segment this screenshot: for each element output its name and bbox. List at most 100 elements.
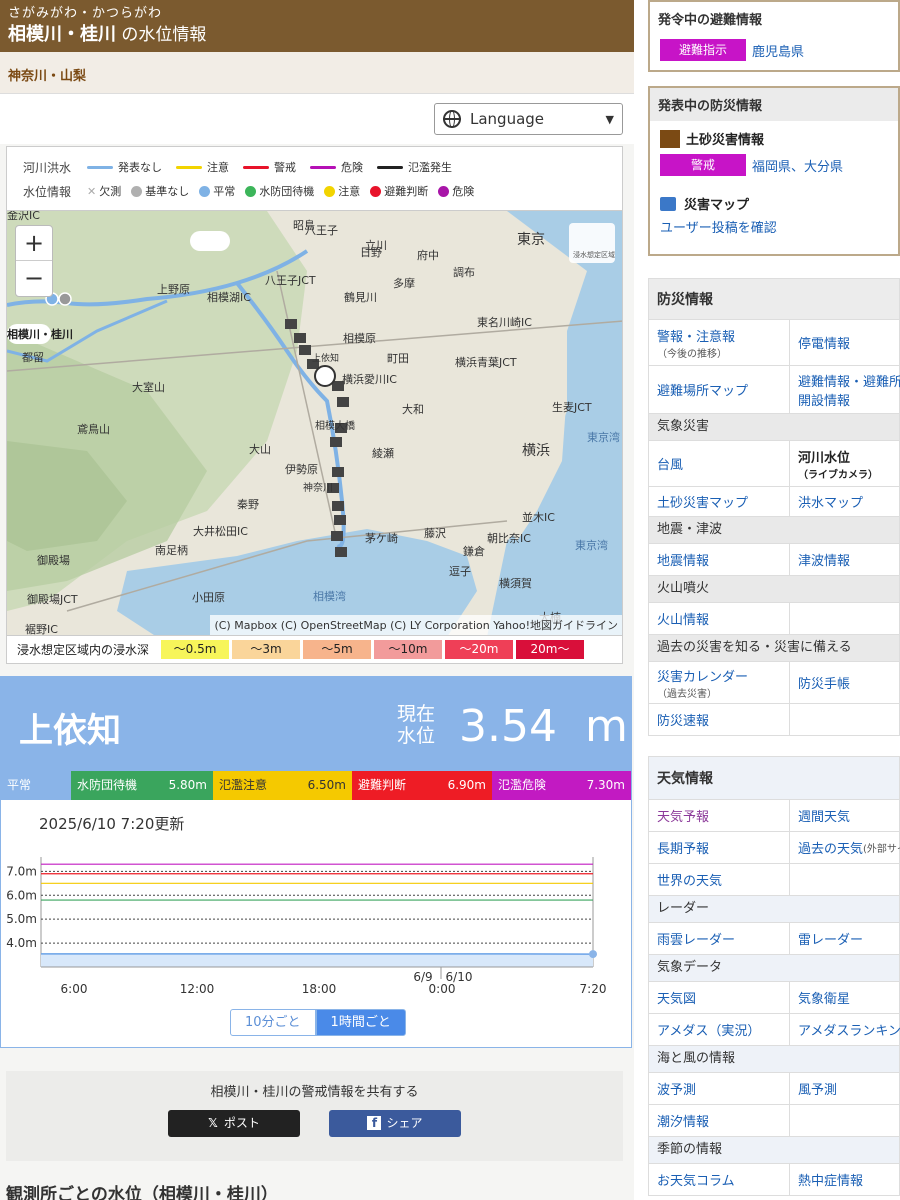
user-posts-link[interactable]: ユーザー投稿を確認 [650, 213, 898, 240]
weather-grid-4: 波予測 風予測 潮汐情報 [649, 1072, 900, 1136]
calendar-link[interactable]: 災害カレンダー （過去災害） [649, 661, 790, 703]
map-label: 日野 [360, 246, 382, 259]
page-title: 相模川・桂川 の水位情報 [8, 22, 626, 48]
map-label: 八王子 [305, 224, 338, 237]
threshold-standby: 水防団待機 5.80m [71, 771, 213, 800]
map-attribution[interactable]: (C) Mapbox (C) OpenStreetMap (C) LY Corp… [210, 615, 622, 635]
quake-link[interactable]: 地震情報 [649, 543, 790, 575]
legend-item: 基準なし [131, 183, 189, 199]
blackout-link[interactable]: 停電情報 [790, 319, 900, 365]
map-label: 御殿場JCT [27, 592, 78, 606]
sediment-map-link[interactable]: 土砂災害マップ [649, 486, 790, 516]
news-link[interactable]: 防災速報 [649, 703, 790, 735]
threshold-normal: 平常 [1, 771, 71, 800]
map-label: 東京湾 [587, 430, 620, 444]
tide-link[interactable]: 潮汐情報 [649, 1104, 790, 1136]
landslide-icon [660, 129, 680, 148]
bousai-grid-4: 火山情報 [649, 602, 900, 634]
past-weather-link[interactable]: 過去の天気(外部サイ [790, 831, 900, 863]
landslide-tag[interactable]: 警戒 [660, 154, 746, 176]
shelter-map-link[interactable]: 避難場所マップ [649, 365, 790, 413]
warnings-link[interactable]: 警報・注意報 （今後の推移） [649, 319, 790, 365]
disaster-title: 発表中の防災情報 [650, 88, 898, 121]
updated-time: 2025/6/10 7:20更新 [39, 815, 185, 833]
evac-tag[interactable]: 避難指示 [660, 39, 746, 61]
interval-10min-button[interactable]: 10分ごと [230, 1009, 316, 1036]
map-legend: 河川洪水 発表なし 注意 警戒 危険 氾濫発生 水位情報 ✕ 欠測 基準なし 平常… [6, 146, 623, 210]
x-icon: 𝕏 [208, 1116, 218, 1130]
depth-legend-title: 浸水想定区域内の浸水深 [17, 643, 150, 657]
column-link[interactable]: お天気コラム [649, 1163, 790, 1195]
weather-chart-link[interactable]: 天気図 [649, 981, 790, 1013]
bousai-grid-2: 台風 河川水位 （ライブカメラ） 土砂災害マップ 洪水マップ [649, 440, 900, 516]
volcano-link[interactable]: 火山情報 [649, 602, 790, 634]
line-swatch [310, 165, 336, 169]
x-post-button[interactable]: 𝕏 ポスト [168, 1110, 300, 1137]
forecast-link[interactable]: 天気予報 [649, 799, 790, 831]
bousai-title: 防災情報 [649, 279, 899, 319]
map-label: 相模湖IC [207, 291, 251, 304]
zoom-in-button[interactable]: + [16, 226, 52, 261]
satellite-link[interactable]: 気象衛星 [790, 981, 900, 1013]
empty-cell [790, 1104, 900, 1136]
map-label: 朝比奈IC [487, 531, 531, 545]
legend-item: 危険 [438, 183, 474, 199]
threshold-danger: 氾濫危険 7.30m [492, 771, 631, 800]
map-label: 鎌倉 [463, 544, 485, 558]
page-header: さがみがわ・かつらがわ 相模川・桂川 の水位情報 [0, 0, 634, 52]
language-select[interactable]: Language ▼ [434, 103, 623, 135]
dot-swatch [245, 185, 257, 197]
world-weather-link[interactable]: 世界の天気 [649, 863, 790, 895]
group-kisho: 気象災害 [649, 413, 899, 440]
map-label: 上依知 [312, 352, 339, 364]
amedas-ranking-link[interactable]: アメダスランキング [790, 1013, 900, 1045]
rain-radar-link[interactable]: 雨雲レーダー [649, 922, 790, 954]
weekly-link[interactable]: 週間天気 [790, 799, 900, 831]
map-label: 金沢IC [7, 211, 40, 222]
typhoon-link[interactable]: 台風 [649, 440, 790, 486]
map-label: 東京湾 [575, 538, 608, 552]
notebook-link[interactable]: 防災手帳 [790, 661, 900, 703]
zoom-out-button[interactable]: − [16, 261, 52, 296]
legend-item: 危険 [310, 159, 363, 175]
heatstroke-link[interactable]: 熱中症情報 [790, 1163, 900, 1195]
evac-area[interactable]: 鹿児島県 [752, 41, 804, 60]
y-tick-label: 4.0m [6, 936, 37, 950]
language-bar: Language ▼ [0, 94, 634, 144]
x-tick-label: 12:00 [180, 982, 215, 996]
threshold-evac: 避難判断 6.90m [352, 771, 492, 800]
river-level-link[interactable]: 河川水位 （ライブカメラ） [790, 440, 900, 486]
dot-swatch [199, 185, 211, 197]
landslide-area[interactable]: 福岡県、大分県 [752, 156, 843, 175]
map-label: 大和 [402, 402, 424, 416]
map-label: 横須賀 [499, 576, 532, 590]
legend-item: 避難判断 [370, 183, 428, 199]
tsunami-link[interactable]: 津波情報 [790, 543, 900, 575]
evac-info-link[interactable]: 避難情報・避難所 開設情報 [790, 365, 900, 413]
map-label: 府中 [417, 248, 439, 262]
flood-map-link[interactable]: 洪水マップ [790, 486, 900, 516]
map-river-label: 相模川・桂川 [7, 327, 73, 341]
map-label: 逗子 [449, 565, 471, 578]
wave-link[interactable]: 波予測 [649, 1072, 790, 1104]
map-label: 相模湾 [313, 589, 346, 603]
group-radar: レーダー [649, 895, 899, 922]
title-suffix: の水位情報 [121, 25, 207, 45]
legend-item: 水防団待機 [245, 183, 314, 199]
river-map[interactable]: 金沢IC 立川 昭島 八王子 日野 府中 東京 浅川 上野原 相模湖IC 八王子… [6, 210, 623, 636]
map-label: 神奈川 [303, 481, 333, 494]
dot-swatch [370, 185, 382, 197]
long-range-link[interactable]: 長期予報 [649, 831, 790, 863]
legend-item: 平常 [199, 183, 235, 199]
depth-swatch: 〜20m [445, 640, 514, 659]
thunder-radar-link[interactable]: 雷レーダー [790, 922, 900, 954]
map-canvas[interactable]: 金沢IC 立川 昭島 八王子 日野 府中 東京 浅川 上野原 相模湖IC 八王子… [7, 211, 623, 636]
y-tick-label: 6.0m [6, 888, 37, 902]
amedas-link[interactable]: アメダス（実況） [649, 1013, 790, 1045]
interval-1hour-button[interactable]: 1時間ごと [315, 1009, 406, 1036]
facebook-share-button[interactable]: f シェア [329, 1110, 461, 1137]
dot-swatch [131, 185, 143, 197]
weather-grid-1: 天気予報 週間天気 長期予報 過去の天気(外部サイ 世界の天気 [649, 799, 900, 895]
group-past: 過去の災害を知る・災害に備える [649, 634, 899, 661]
wind-link[interactable]: 風予測 [790, 1072, 900, 1104]
